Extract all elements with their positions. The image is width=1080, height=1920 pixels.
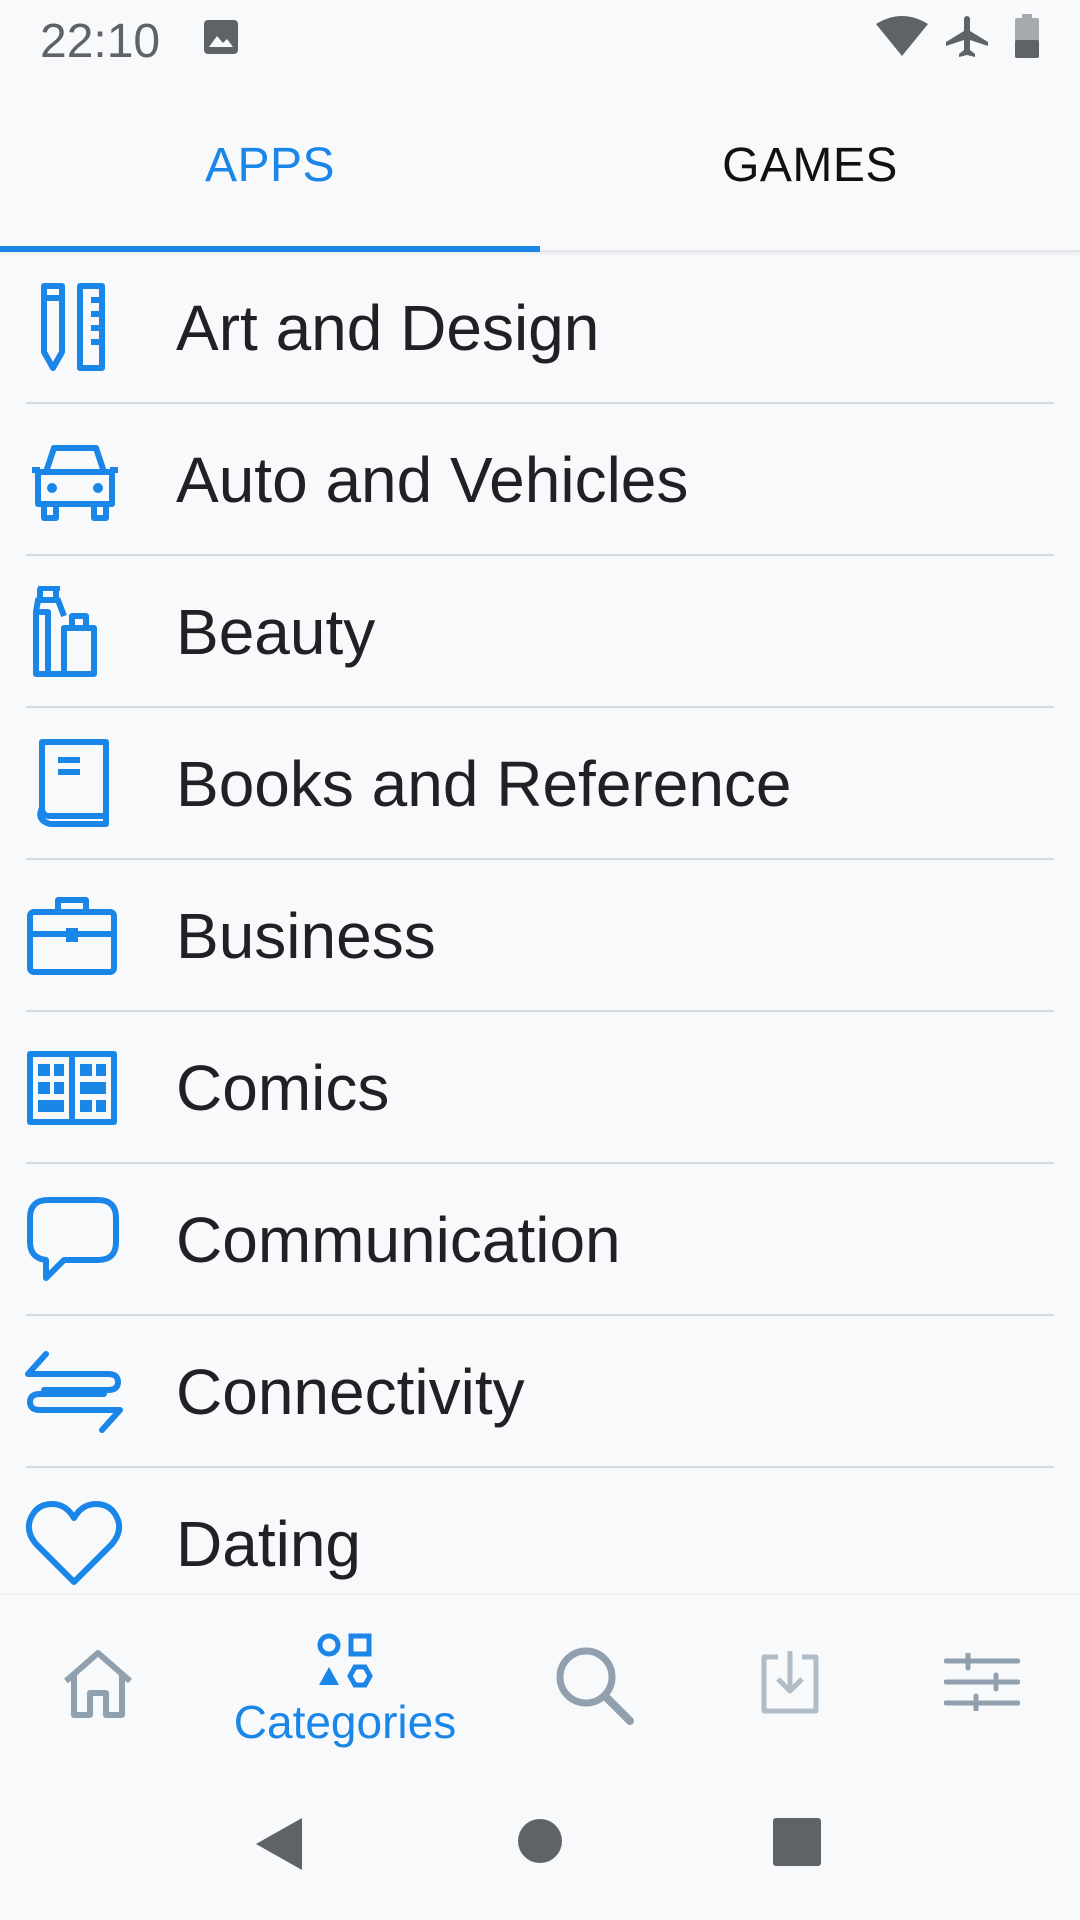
status-time: 22:10 (40, 15, 161, 68)
status-bar: 22:10 (0, 0, 1080, 80)
car-icon (32, 445, 118, 521)
nav-categories[interactable]: Categories (200, 1595, 490, 1775)
categories-icon (317, 1633, 373, 1688)
category-label: Auto and Vehicles (176, 444, 689, 516)
nav-downloads[interactable] (740, 1595, 840, 1775)
wifi-icon (876, 16, 928, 56)
search-icon (556, 1647, 634, 1725)
category-label: Comics (176, 1052, 390, 1124)
nav-settings[interactable] (930, 1595, 1034, 1775)
category-label: Art and Design (176, 292, 600, 364)
category-auto-and-vehicles[interactable]: Auto and Vehicles (0, 404, 1080, 556)
heart-icon (25, 1501, 123, 1585)
category-list: Art and Design Auto and Vehicles Beauty … (0, 252, 1080, 1594)
nav-search[interactable] (540, 1595, 650, 1775)
category-label: Business (176, 900, 436, 972)
chat-bubble-icon (27, 1197, 119, 1281)
nav-home[interactable] (40, 1595, 156, 1775)
nav-categories-label: Categories (233, 1696, 457, 1748)
system-navigation-bar (0, 1774, 1080, 1920)
battery-icon (1015, 14, 1039, 58)
beauty-bottles-icon (33, 586, 97, 677)
briefcase-icon (27, 897, 117, 975)
tab-games[interactable]: GAMES (540, 80, 1080, 250)
category-business[interactable]: Business (0, 860, 1080, 1012)
category-label: Connectivity (176, 1356, 525, 1428)
category-label: Dating (176, 1508, 361, 1580)
category-dating[interactable]: Dating (0, 1468, 1080, 1594)
image-icon (204, 20, 238, 54)
category-label: Beauty (176, 596, 376, 668)
category-label: Communication (176, 1204, 621, 1276)
download-icon (761, 1651, 819, 1714)
back-icon[interactable] (254, 1816, 304, 1872)
category-comics[interactable]: Comics (0, 1012, 1080, 1164)
settings-sliders-icon (944, 1653, 1020, 1711)
book-icon (37, 739, 109, 827)
tab-apps[interactable]: APPS (0, 80, 540, 250)
bottom-navigation: Categories (0, 1594, 1080, 1775)
category-art-and-design[interactable]: Art and Design (0, 252, 1080, 404)
tab-bar: APPS GAMES (0, 80, 1080, 252)
category-beauty[interactable]: Beauty (0, 556, 1080, 708)
comic-book-icon (27, 1051, 117, 1125)
category-label: Books and Reference (176, 748, 792, 820)
art-design-icon (41, 283, 105, 371)
category-connectivity[interactable]: Connectivity (0, 1316, 1080, 1468)
connectivity-arrows-icon (25, 1351, 123, 1433)
home-icon (64, 1650, 132, 1718)
recents-icon[interactable] (773, 1818, 821, 1866)
airplane-mode-icon (946, 16, 988, 57)
home-button-icon[interactable] (517, 1818, 563, 1864)
category-communication[interactable]: Communication (0, 1164, 1080, 1316)
category-books-and-reference[interactable]: Books and Reference (0, 708, 1080, 860)
